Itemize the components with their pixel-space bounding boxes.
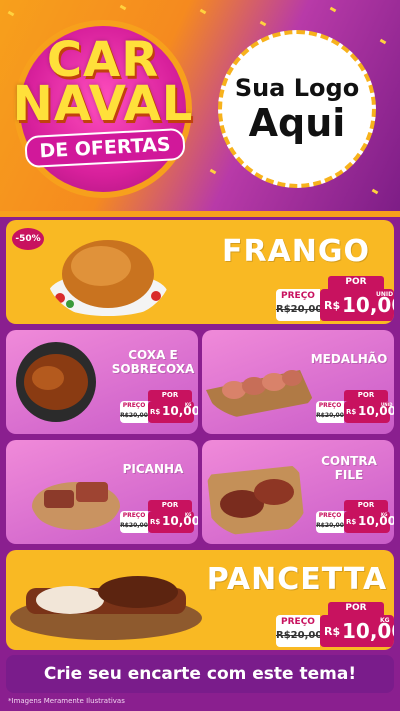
brand-line1: Sua Logo	[234, 74, 360, 102]
old-currency: R$	[316, 412, 325, 419]
por-label: POR	[328, 602, 384, 615]
confetti	[209, 168, 217, 175]
confetti	[119, 4, 127, 11]
preco-label: PREÇO	[318, 402, 342, 409]
product-card-picanha[interactable]: PICANHA POR PREÇO R$20,00 R$ 10,00 KG	[6, 440, 198, 544]
price: 10,00	[358, 514, 394, 528]
por-label: POR	[344, 500, 388, 511]
product-name: MEDALHÃO	[310, 352, 388, 366]
currency: R$	[150, 408, 161, 416]
old-price-box: PREÇO R$20,00	[316, 401, 344, 423]
old-price: 20,00	[290, 304, 323, 315]
medalhao-skewers-image	[206, 370, 314, 420]
por-label: POR	[148, 390, 192, 401]
old-price: 20,00	[324, 412, 344, 419]
confetti	[199, 8, 207, 15]
old-price: 20,00	[290, 630, 323, 641]
old-price-box: PREÇO R$20,00	[120, 401, 148, 423]
por-label: POR	[148, 500, 192, 511]
price-box: R$ 10,00 KG	[148, 511, 198, 533]
brand-logo-placeholder: Sua Logo Aqui	[218, 30, 376, 188]
unit: KG	[185, 402, 192, 407]
old-currency: R$	[276, 630, 291, 641]
discount-badge: -50%	[12, 228, 44, 250]
product-card-coxa[interactable]: COXA E SOBRECOXA POR PREÇO R$20,00 R$ 10…	[6, 330, 198, 434]
por-label: POR	[328, 276, 384, 289]
confetti	[259, 20, 267, 27]
confetti	[329, 6, 337, 13]
product-name: PANCETTA	[206, 562, 388, 597]
chicken-legs-image	[16, 342, 96, 422]
cta-banner[interactable]: Crie seu encarte com este tema!	[6, 655, 394, 693]
currency: R$	[324, 625, 341, 638]
price-box: R$ 10,00 UNID	[320, 289, 394, 321]
product-name: PICANHA	[122, 462, 184, 476]
confetti	[371, 188, 379, 195]
product-name: CONTRA FILE	[321, 454, 377, 482]
old-price-box: PREÇO R$20,00	[316, 511, 344, 533]
old-price-box: PREÇO R$20,00	[120, 511, 148, 533]
currency: R$	[346, 518, 357, 526]
price-box: R$ 10,00 KG	[344, 511, 394, 533]
unit: KG	[381, 512, 388, 517]
preco-label: PREÇO	[122, 402, 146, 409]
currency: R$	[346, 408, 357, 416]
brand-line2: Aqui	[248, 101, 346, 145]
price-box: R$ 10,00 UNID	[344, 401, 394, 423]
product-name: COXA E SOBRECOXA	[111, 348, 195, 376]
por-label: POR	[344, 390, 388, 401]
unit: KG	[380, 617, 390, 624]
price: 10,00	[162, 514, 198, 528]
product-card-contra-file[interactable]: CONTRA FILE POR PREÇO R$20,00 R$ 10,00 K…	[202, 440, 394, 544]
product-card-pancetta[interactable]: PANCETTA POR PREÇO R$20,00 R$ 10,00 KG	[6, 550, 394, 650]
preco-label: PREÇO	[318, 512, 342, 519]
unit: UNID	[376, 291, 394, 298]
roast-chicken-image	[48, 240, 168, 316]
confetti	[7, 10, 15, 17]
unit: KG	[185, 512, 192, 517]
pancetta-image	[10, 576, 202, 640]
header-banner: CAR NAVAL DE OFERTAS Sua Logo Aqui	[0, 0, 400, 215]
preco-label: PREÇO	[281, 617, 315, 627]
preco-label: PREÇO	[122, 512, 146, 519]
old-currency: R$	[120, 412, 129, 419]
price: 10,00	[162, 404, 198, 418]
old-price-box: PREÇO R$20,00	[276, 289, 323, 321]
product-card-frango[interactable]: -50% FRANGO POR PREÇO R$20,00 R$ 10,00 U…	[6, 220, 394, 324]
preco-label: PREÇO	[281, 291, 315, 301]
disclaimer-note: *Imagens Meramente Ilustrativas	[8, 697, 125, 705]
old-price-box: PREÇO R$20,00	[276, 615, 323, 647]
logo-title-line2: NAVAL	[12, 76, 194, 132]
divider	[0, 211, 400, 217]
currency: R$	[324, 299, 341, 312]
old-price: 20,00	[324, 522, 344, 529]
old-currency: R$	[316, 522, 325, 529]
old-currency: R$	[276, 304, 291, 315]
contra-file-image	[207, 465, 305, 537]
price-box: R$ 10,00 KG	[320, 615, 394, 647]
unit: UNID	[381, 402, 393, 407]
old-price: 20,00	[128, 412, 148, 419]
confetti	[379, 38, 387, 45]
product-card-medalhao[interactable]: MEDALHÃO POR PREÇO R$20,00 R$ 10,00 UNID	[202, 330, 394, 434]
currency: R$	[150, 518, 161, 526]
old-currency: R$	[120, 522, 129, 529]
picanha-image	[32, 482, 120, 530]
price-box: R$ 10,00 KG	[148, 401, 198, 423]
product-name: FRANGO	[221, 234, 371, 269]
old-price: 20,00	[128, 522, 148, 529]
